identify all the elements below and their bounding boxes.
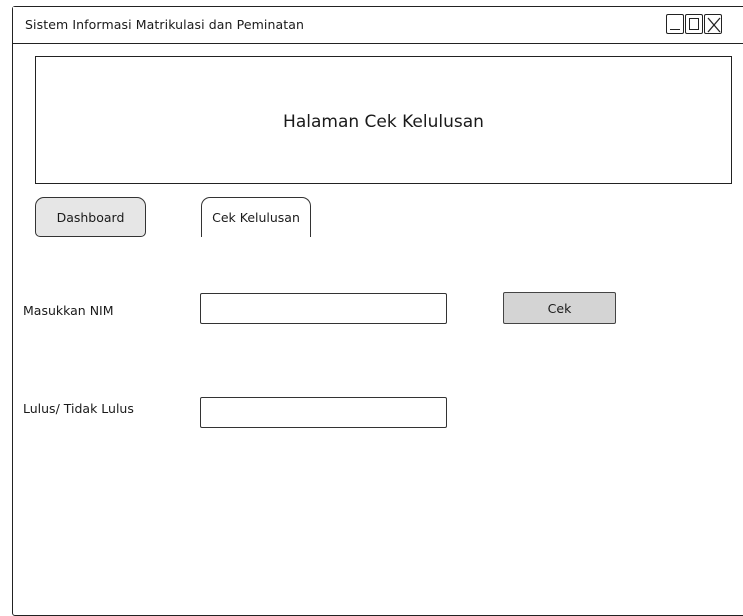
dashboard-button-label: Dashboard [56, 209, 125, 225]
close-icon[interactable] [704, 14, 722, 34]
window-title: Sistem Informasi Matrikulasi dan Peminat… [25, 17, 305, 32]
nim-label: Masukkan NIM [23, 303, 114, 318]
result-field[interactable] [200, 397, 447, 428]
cek-button[interactable]: Cek [503, 292, 616, 324]
nim-input[interactable] [200, 293, 447, 324]
maximize-icon[interactable] [685, 14, 703, 34]
title-bar: Sistem Informasi Matrikulasi dan Peminat… [13, 7, 743, 44]
cek-button-label: Cek [547, 300, 572, 316]
close-x-glyph [707, 17, 721, 33]
result-label: Lulus/ Tidak Lulus [23, 401, 134, 416]
cek-kelulusan-tab-label: Cek Kelulusan [212, 210, 300, 225]
page-title: Halaman Cek Kelulusan [283, 112, 484, 132]
cek-kelulusan-tab[interactable]: Cek Kelulusan [201, 197, 311, 237]
app-window: Sistem Informasi Matrikulasi dan Peminat… [12, 6, 743, 616]
page-header-banner: Halaman Cek Kelulusan [35, 56, 732, 184]
minimize-icon[interactable] [666, 14, 684, 34]
dashboard-button[interactable]: Dashboard [35, 197, 146, 237]
